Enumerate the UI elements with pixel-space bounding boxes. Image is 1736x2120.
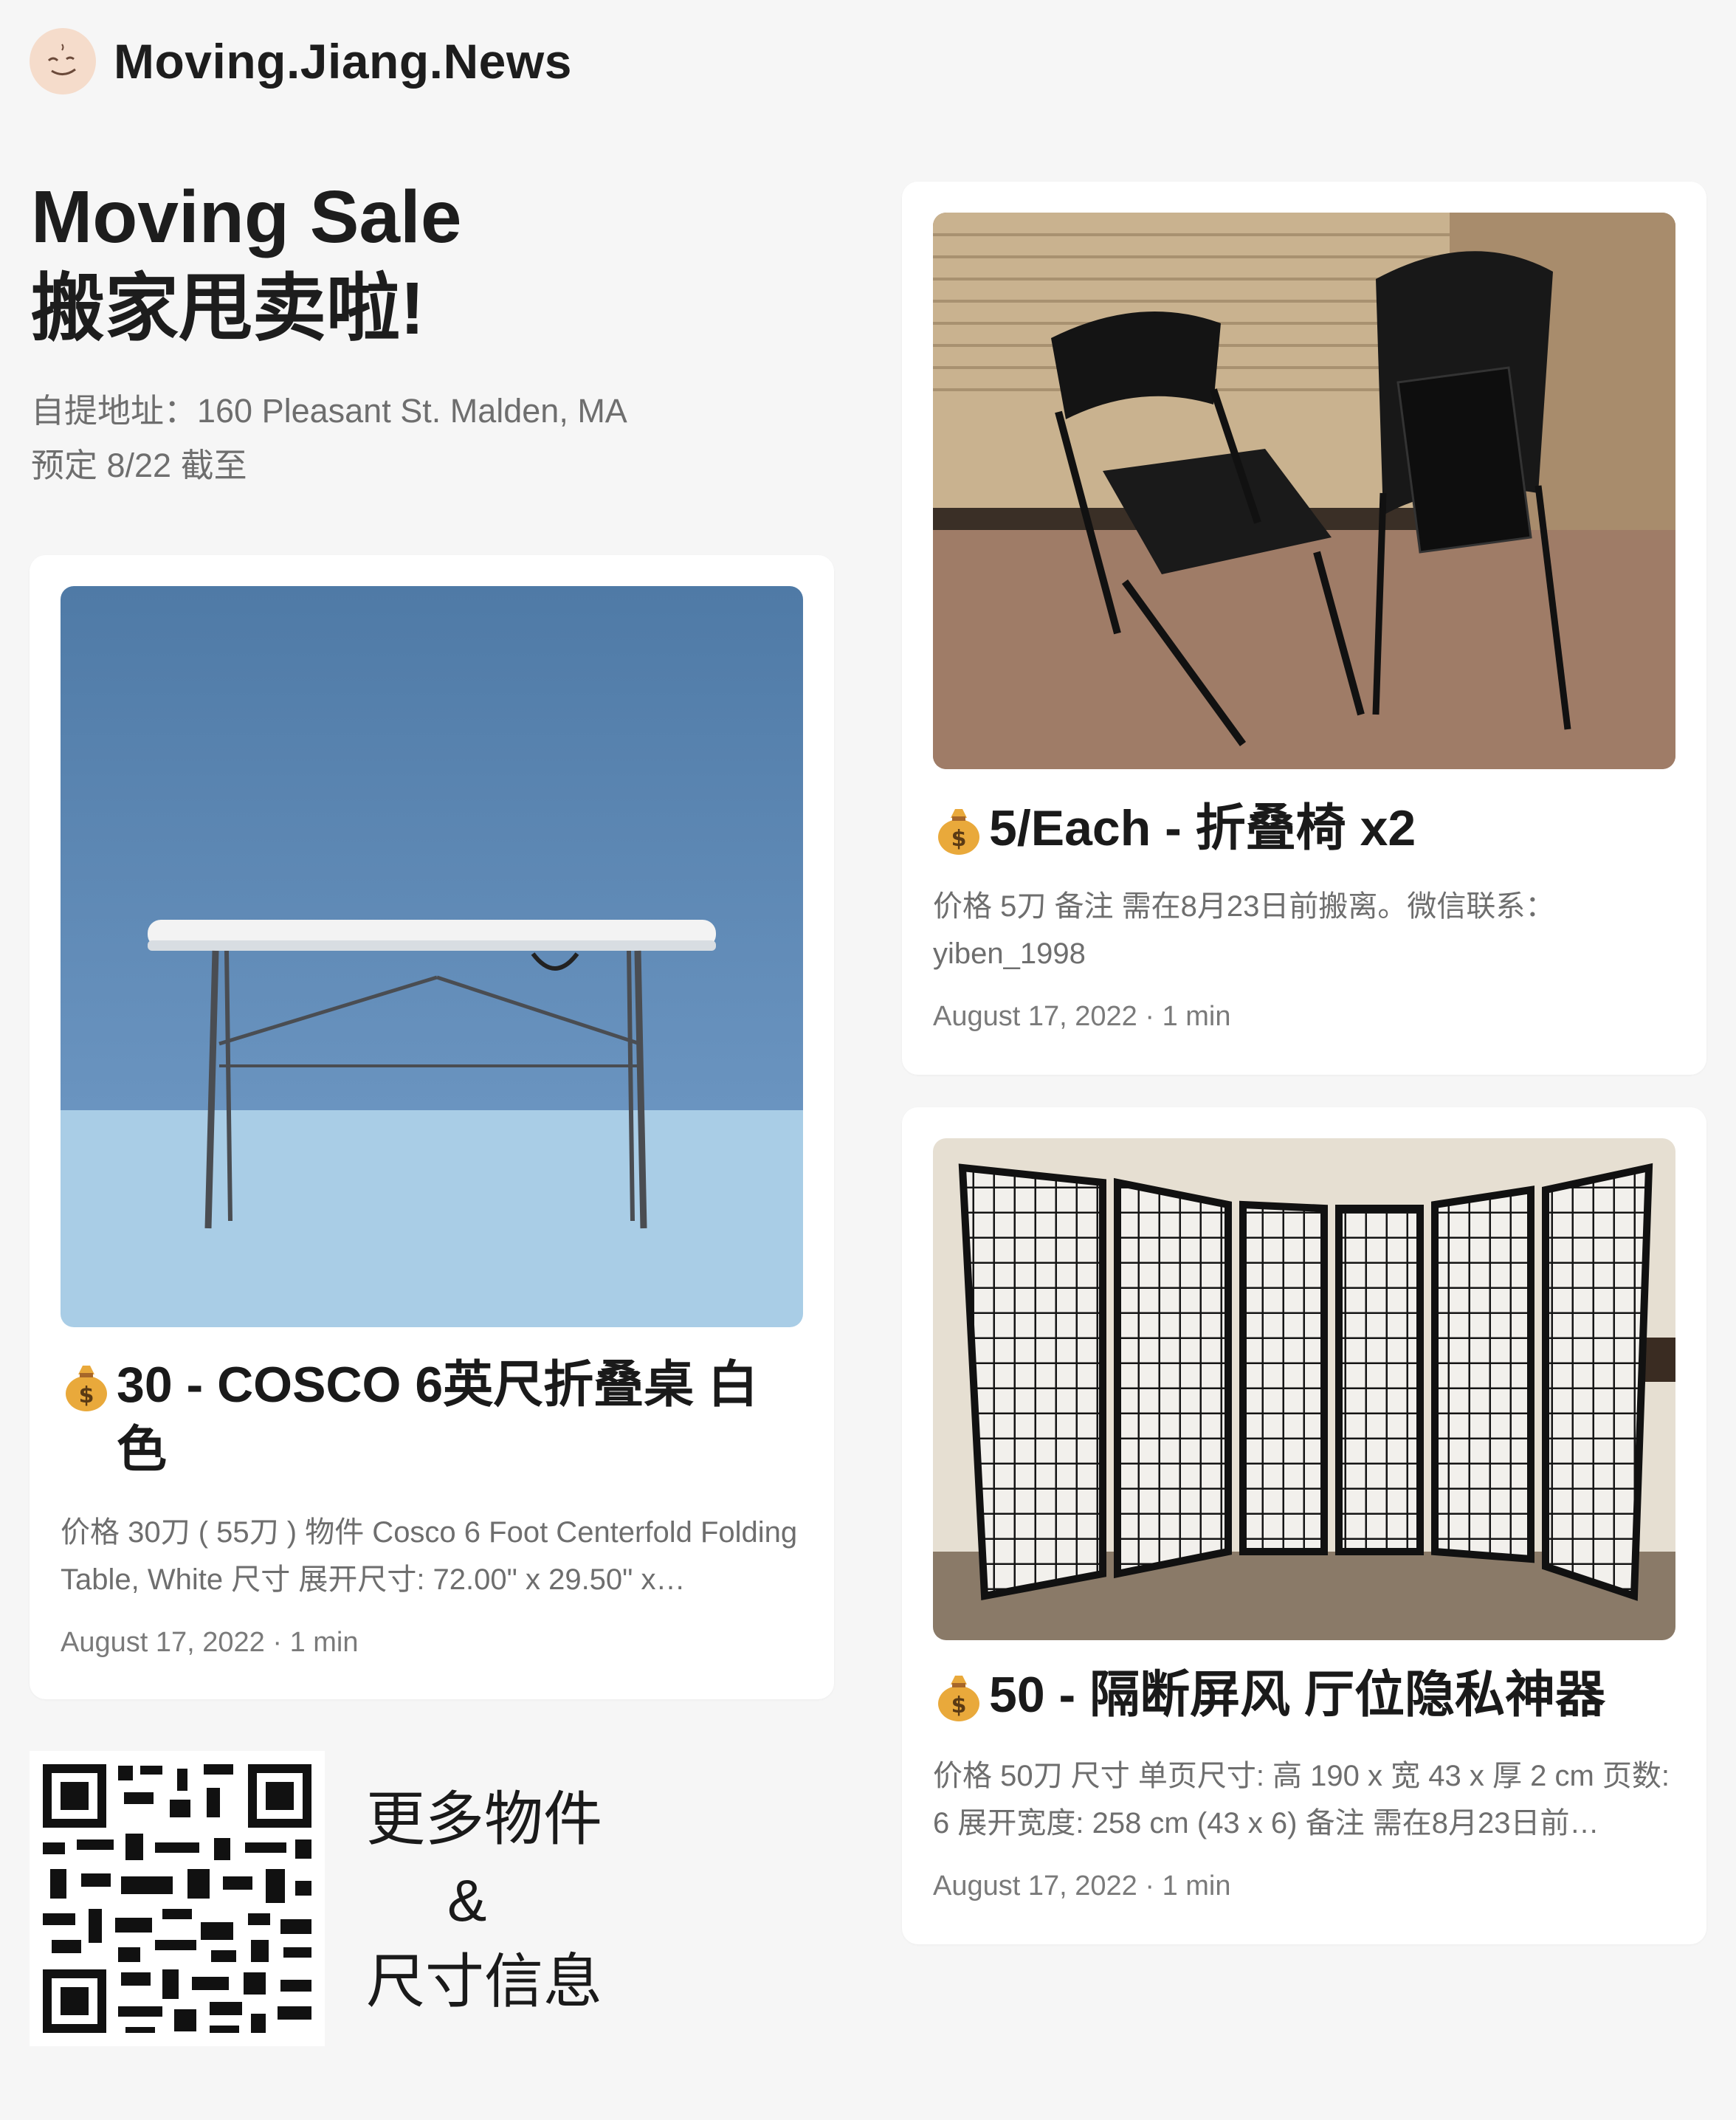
post-title[interactable]: $ 50 - 隔断屏风 厅位隐私神器: [933, 1662, 1675, 1727]
hero: Moving Sale 搬家甩卖啦! 自提地址：160 Pleasant St.…: [31, 171, 828, 493]
hero-title-line2: 搬家甩卖啦!: [31, 267, 425, 350]
post-date: August 17, 2022: [933, 1001, 1137, 1032]
hero-title-line1: Moving Sale: [31, 176, 462, 258]
post-card-folding-table[interactable]: $ 30 - COSCO 6英尺折叠桌 白色 价格 30刀 ( 55刀 ) 物件…: [30, 555, 834, 1699]
svg-text:$: $: [79, 1383, 94, 1408]
post-date: August 17, 2022: [61, 1627, 265, 1658]
post-title[interactable]: $ 30 - COSCO 6英尺折叠桌 白色: [61, 1352, 803, 1482]
meta-separator: ·: [1137, 1871, 1162, 1902]
read-time: 1 min: [1162, 1001, 1231, 1032]
pickup-address: 自提地址：160 Pleasant St. Malden, MA: [31, 392, 627, 430]
hero-subtitle: 自提地址：160 Pleasant St. Malden, MA 预定 8/22…: [31, 384, 828, 493]
meta-separator: ·: [264, 1627, 290, 1658]
site-title[interactable]: Moving.Jiang.News: [114, 33, 572, 89]
post-title-text: 5/Each - 折叠椅 x2: [989, 800, 1416, 856]
hero-title: Moving Sale 搬家甩卖啦!: [31, 171, 828, 354]
post-meta: August 17, 2022 · 1 min: [933, 1001, 1230, 1033]
read-time: 1 min: [289, 1627, 359, 1658]
post-date: August 17, 2022: [933, 1871, 1137, 1902]
post-description: 价格 5刀 备注 需在8月23日前搬离。微信联系：yiben_1998: [933, 890, 1555, 970]
post-title-text: 50 - 隔断屏风 厅位隐私神器: [989, 1667, 1605, 1723]
more-items-note: 更多物件 & 尺寸信息: [366, 1779, 617, 2023]
post-title-text: 30 - COSCO 6英尺折叠桌 白色: [117, 1357, 759, 1478]
post-card-room-divider[interactable]: $ 50 - 隔断屏风 厅位隐私神器 价格 50刀 尺寸 单页尺寸: 高 190…: [902, 1107, 1706, 1944]
post-title[interactable]: $ 5/Each - 折叠椅 x2: [933, 796, 1675, 861]
meta-separator: ·: [1137, 1001, 1162, 1032]
svg-text:$: $: [951, 1693, 967, 1718]
more-line1: 更多物件: [366, 1786, 602, 1852]
folding-table-photo[interactable]: [61, 586, 803, 1327]
site-header: Moving.Jiang.News: [30, 28, 572, 94]
money-bag-icon: $: [933, 796, 985, 858]
reservation-deadline: 预定 8/22 截至: [31, 447, 247, 484]
qr-code[interactable]: [30, 1751, 325, 2046]
post-meta: August 17, 2022 · 1 min: [61, 1627, 358, 1659]
post-description: 价格 50刀 尺寸 单页尺寸: 高 190 x 宽 43 x 厚 2 cm 页数…: [933, 1760, 1670, 1839]
smiley-logo-icon[interactable]: [30, 28, 96, 94]
room-divider-screen-photo[interactable]: [933, 1138, 1675, 1640]
more-line2: &: [447, 1868, 487, 1933]
post-meta: August 17, 2022 · 1 min: [933, 1871, 1230, 1902]
svg-text:$: $: [951, 826, 967, 852]
money-bag-icon: $: [933, 1662, 985, 1724]
more-line3: 尺寸信息: [366, 1949, 602, 2014]
post-card-folding-chairs[interactable]: $ 5/Each - 折叠椅 x2 价格 5刀 备注 需在8月23日前搬离。微信…: [902, 182, 1706, 1075]
folding-chairs-photo[interactable]: [933, 213, 1675, 769]
money-bag-icon: $: [61, 1352, 112, 1414]
post-description: 价格 30刀 ( 55刀 ) 物件 Cosco 6 Foot Centerfol…: [61, 1516, 798, 1596]
read-time: 1 min: [1162, 1871, 1231, 1902]
